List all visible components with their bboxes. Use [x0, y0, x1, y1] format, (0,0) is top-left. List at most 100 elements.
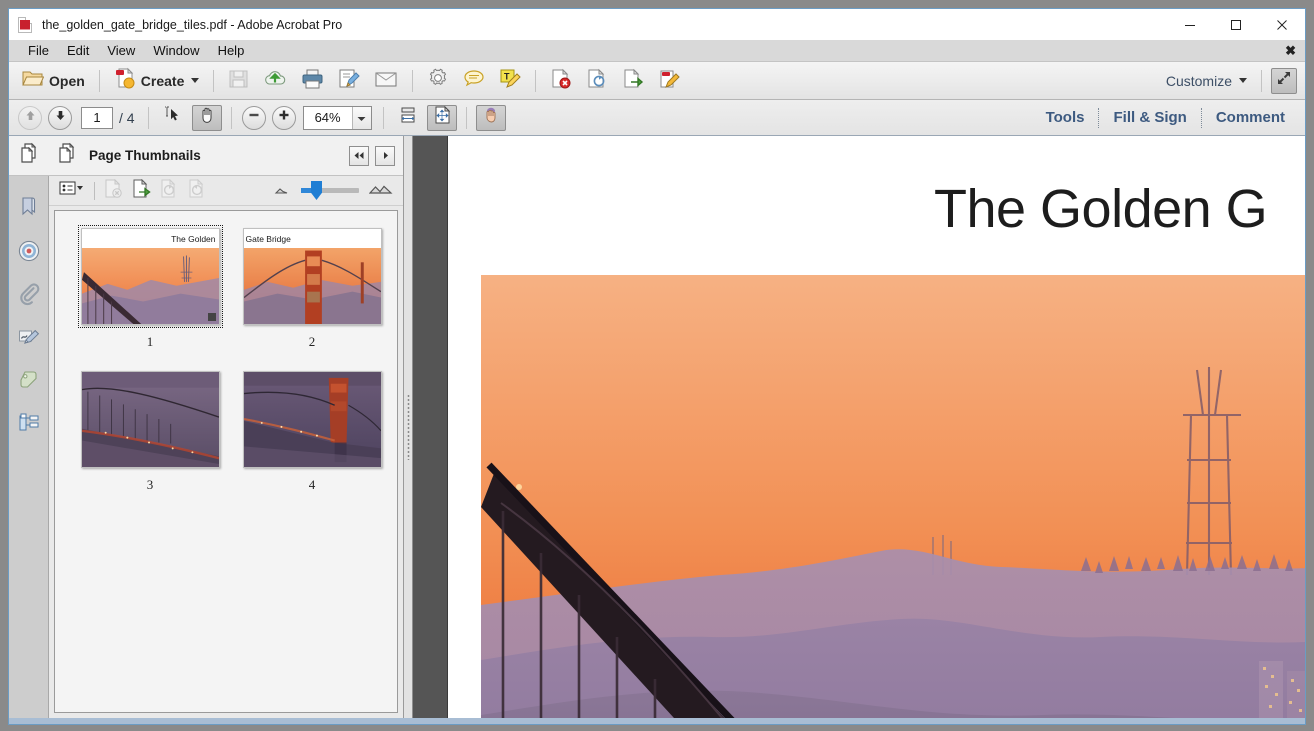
next-page-icon	[54, 109, 67, 127]
thumb-photo-4	[243, 372, 381, 467]
fit-page-button[interactable]	[426, 104, 457, 131]
extract-pages-button[interactable]	[128, 178, 156, 203]
next-page-button[interactable]	[48, 105, 72, 130]
save-button[interactable]	[221, 66, 256, 96]
page-thumbnails-icon	[56, 142, 78, 169]
slider-track[interactable]	[301, 181, 359, 200]
window-title: the_golden_gate_bridge_tiles.pdf - Adobe…	[42, 17, 343, 32]
sign-document-button[interactable]	[331, 66, 367, 96]
sidebar-item-destinations[interactable]	[9, 232, 49, 275]
previous-page-button[interactable]	[18, 105, 42, 130]
options-menu-button[interactable]	[55, 179, 89, 203]
preferences-button[interactable]	[420, 66, 456, 96]
delete-pages-button[interactable]	[100, 178, 128, 203]
menu-view[interactable]: View	[98, 41, 144, 60]
tab-comment[interactable]: Comment	[1202, 105, 1299, 130]
thumbnail-frame-2[interactable]: Gate Bridge	[240, 225, 385, 328]
open-label: Open	[49, 72, 85, 89]
sidebar-item-attachments[interactable]	[9, 275, 49, 318]
main-toolbar: Open Create T Customize	[9, 62, 1305, 100]
toolbar-divider	[230, 106, 232, 129]
svg-text:T: T	[504, 71, 510, 81]
rotate-pages-button[interactable]	[579, 66, 615, 96]
list-item[interactable]: 3	[69, 368, 231, 493]
slider-thumb[interactable]	[311, 181, 322, 200]
fit-width-button[interactable]	[393, 105, 423, 131]
thumbnail-page-number: 3	[146, 477, 154, 492]
extract-pages-button[interactable]	[615, 66, 651, 96]
thumbnail-frame-4[interactable]	[240, 368, 385, 471]
delete-pages-button[interactable]	[543, 66, 579, 96]
rotate-counterclockwise-button[interactable]	[156, 178, 184, 203]
zoom-out-button[interactable]	[241, 105, 266, 130]
create-button[interactable]: Create	[107, 66, 207, 96]
thumbnail-frame-1[interactable]: The Golden	[77, 225, 223, 328]
double-chevron-left-icon	[353, 147, 365, 165]
tab-tools[interactable]: Tools	[1032, 105, 1099, 130]
thumbnail-caption-1: The Golden	[81, 229, 219, 248]
highlight-text-icon: T	[499, 68, 522, 94]
panel-header-icon-wrap	[49, 142, 85, 169]
list-item[interactable]: The Golden 1	[69, 225, 231, 350]
thumbnail-frame-3[interactable]	[78, 368, 223, 471]
page-number-input[interactable]	[81, 106, 113, 129]
expand-toolbar-button[interactable]	[1271, 67, 1297, 94]
panel-splitter[interactable]	[404, 136, 413, 718]
open-button[interactable]: Open	[15, 66, 92, 96]
select-tool-button[interactable]	[158, 105, 188, 131]
highlight-text-button[interactable]: T	[492, 66, 528, 96]
page-photograph	[481, 275, 1305, 718]
thumbnails-grid: The Golden 1 Gate Bridge 2 3 4	[55, 225, 397, 511]
menu-edit[interactable]: Edit	[58, 41, 98, 60]
menu-file[interactable]: File	[19, 41, 58, 60]
zoom-in-button[interactable]	[271, 105, 296, 130]
zoom-level-value[interactable]: 64%	[304, 107, 352, 129]
thumbnail-size-slider[interactable]	[274, 181, 397, 200]
zoom-level-control[interactable]: 64%	[302, 105, 372, 130]
rotate-clockwise-button[interactable]	[184, 178, 212, 203]
thumbnails-scroll-area[interactable]: The Golden 1 Gate Bridge 2 3 4	[54, 210, 398, 713]
sidebar-item-page-thumbnails[interactable]	[9, 136, 49, 176]
workspace: Page Thumbnails The Golden 1 Gate Bridge…	[9, 136, 1305, 718]
maximize-button[interactable]	[1213, 9, 1259, 40]
acrobat-window: the_golden_gate_bridge_tiles.pdf - Adobe…	[8, 8, 1306, 725]
sidebar-item-content[interactable]	[9, 404, 49, 447]
menu-help[interactable]: Help	[209, 41, 254, 60]
tab-fill-and-sign[interactable]: Fill & Sign	[1099, 105, 1200, 130]
customize-label: Customize	[1165, 72, 1232, 89]
zoom-dropdown-button[interactable]	[351, 106, 371, 129]
pdf-document-icon	[18, 16, 34, 33]
edit-pdf-button[interactable]	[651, 66, 687, 96]
collapse-panel-button[interactable]	[349, 145, 369, 166]
toolbar-divider	[535, 69, 537, 92]
toolbar-divider	[1261, 69, 1262, 92]
thumbnail-resize-handle[interactable]	[207, 313, 216, 321]
sidebar-item-layers[interactable]	[9, 361, 49, 404]
thumbnail-image-1: The Golden	[80, 228, 220, 325]
menu-window[interactable]: Window	[144, 41, 208, 60]
customize-button[interactable]: Customize	[1159, 66, 1254, 96]
expand-panel-button[interactable]	[375, 145, 395, 166]
navigation-rail	[9, 136, 49, 718]
minimize-button[interactable]	[1167, 9, 1213, 40]
panel-title: Page Thumbnails	[89, 148, 201, 163]
sidebar-item-signatures[interactable]	[9, 318, 49, 361]
attachments-icon	[17, 282, 41, 311]
hand-tool-button[interactable]	[191, 104, 222, 131]
list-item[interactable]: Gate Bridge 2	[231, 225, 393, 350]
close-document-button[interactable]: ✖	[1285, 44, 1296, 57]
sidebar-item-bookmarks[interactable]	[9, 189, 49, 232]
print-button[interactable]	[294, 66, 331, 96]
list-item[interactable]: 4	[231, 368, 393, 493]
document-view[interactable]: The Golden G	[413, 136, 1305, 718]
save-icon	[228, 68, 249, 94]
add-comment-button[interactable]	[456, 66, 492, 96]
export-page-icon	[622, 68, 644, 94]
edit-pdf-icon	[658, 68, 681, 94]
pan-zoom-button[interactable]	[475, 104, 506, 131]
email-button[interactable]	[367, 66, 405, 96]
close-button[interactable]	[1259, 9, 1305, 40]
select-tool-icon	[164, 106, 182, 129]
send-files-button[interactable]	[256, 66, 294, 96]
sign-document-icon	[338, 68, 361, 94]
